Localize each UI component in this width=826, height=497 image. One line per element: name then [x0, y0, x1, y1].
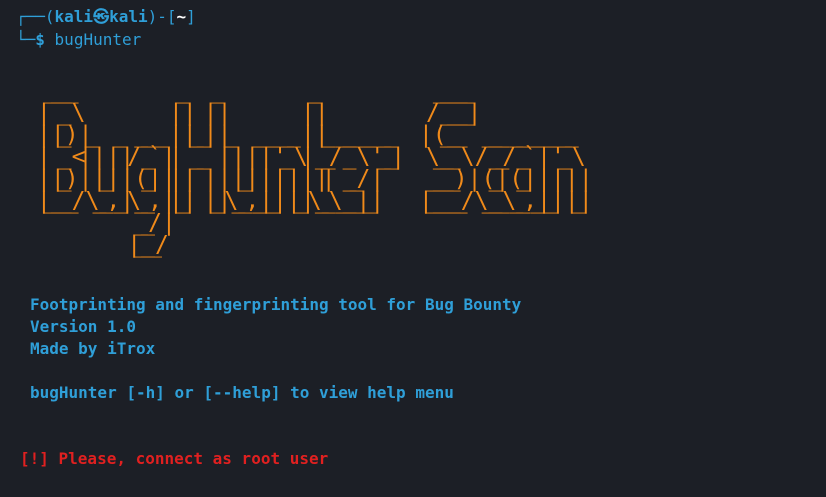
prompt-frame-bottom: └─ — [16, 30, 36, 49]
command-line: └─$ bugHunter — [16, 29, 141, 51]
tool-author: Made by iTrox — [30, 339, 156, 358]
prompt-dollar: $ — [35, 30, 45, 49]
prompt-frame: ┌──( — [16, 7, 55, 26]
bughunter-scan-banner: ____ _ _ _ _____ | _ \ | | | | | | / ___… — [36, 78, 593, 258]
prompt-frame-right: ] — [186, 7, 196, 26]
prompt-host: kali — [109, 7, 148, 26]
prompt-cwd: ~ — [176, 7, 187, 26]
prompt-frame-mid: )-[ — [147, 7, 177, 26]
prompt-line: ┌──(kali㉿kali)-[~] — [16, 6, 196, 28]
tool-version: Version 1.0 — [30, 317, 136, 336]
command-text: bugHunter — [54, 30, 142, 49]
prompt-at-symbol: ㉿ — [93, 7, 110, 26]
terminal-window[interactable]: ┌──(kali㉿kali)-[~] └─$ bugHunter ____ _ … — [0, 0, 826, 497]
help-hint: bugHunter [-h] or [--help] to view help … — [30, 383, 454, 402]
prompt-user: kali — [54, 7, 94, 26]
root-error-message: [!] Please, connect as root user — [20, 449, 329, 468]
tool-description: Footprinting and fingerprinting tool for… — [30, 295, 522, 314]
